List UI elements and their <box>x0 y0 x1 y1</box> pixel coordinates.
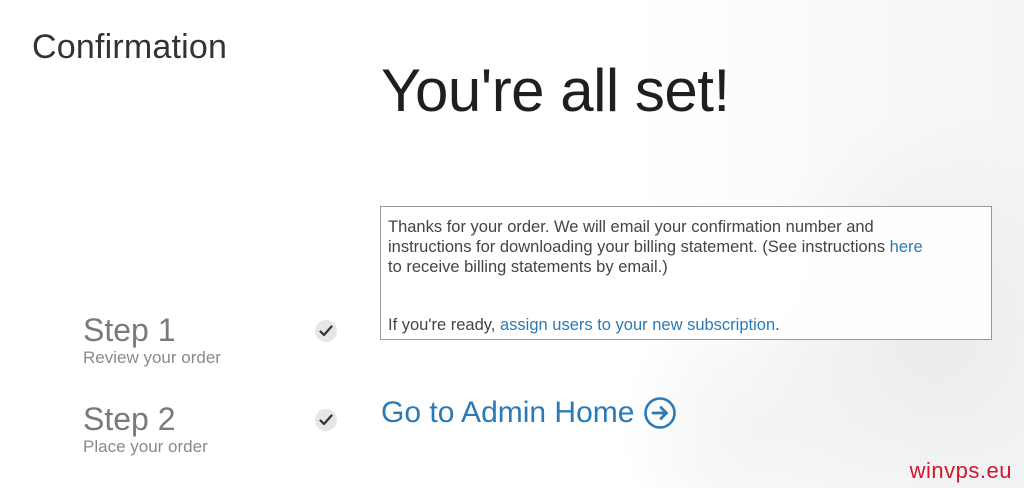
checkmark-icon <box>315 320 337 342</box>
page-heading: Confirmation <box>32 28 228 66</box>
billing-instructions-link[interactable]: here <box>890 238 923 256</box>
watermark: winvps.eu <box>909 458 1012 483</box>
info-ready-text: If you're ready, <box>388 316 500 334</box>
order-info-box: Thanks for your order. We will email you… <box>380 206 992 340</box>
admin-link-label: Go to Admin Home <box>381 396 635 429</box>
step-2-subtitle: Place your order <box>83 437 208 456</box>
info-ready-suffix: . <box>775 316 780 334</box>
step-2: Step 2 Place your order <box>83 401 343 457</box>
info-line-1: Thanks for your order. We will email you… <box>388 218 874 236</box>
info-line-3: to receive billing statements by email.) <box>388 258 668 276</box>
assign-users-link[interactable]: assign users to your new subscription <box>500 316 775 334</box>
info-line-2-text: instructions for downloading your billin… <box>388 238 890 256</box>
step-1: Step 1 Review your order <box>83 312 343 368</box>
info-ready-line: If you're ready, assign users to your ne… <box>388 315 984 335</box>
info-line-2: instructions for downloading your billin… <box>388 237 984 257</box>
step-1-title: Step 1 <box>83 312 176 348</box>
arrow-right-circle-icon <box>644 397 677 429</box>
step-1-subtitle: Review your order <box>83 348 221 367</box>
page-title: You're all set! <box>381 57 730 124</box>
go-to-admin-home-link[interactable]: Go to Admin Home <box>381 396 677 430</box>
checkmark-icon <box>315 409 337 431</box>
step-2-title: Step 2 <box>83 401 176 437</box>
